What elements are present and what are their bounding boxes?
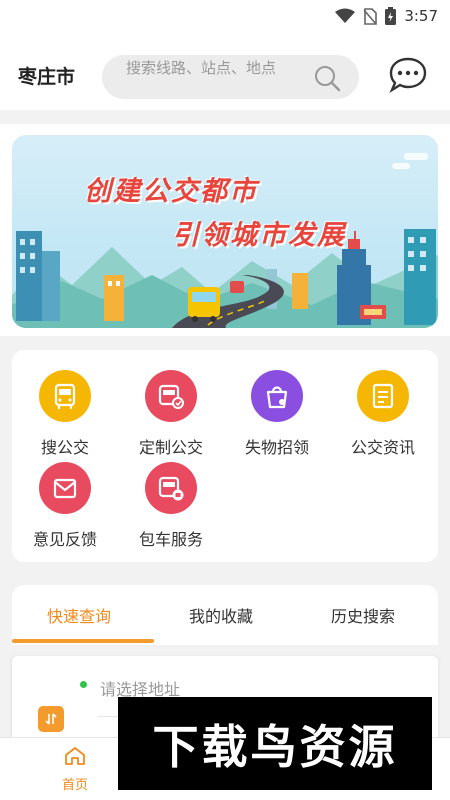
city-selector[interactable]: 枣庄市 bbox=[18, 62, 75, 89]
home-icon bbox=[65, 747, 85, 765]
function-lost-found[interactable]: 失物招领 bbox=[224, 370, 330, 460]
function-feedback[interactable]: 意见反馈 bbox=[12, 462, 118, 552]
status-time: 3:57 bbox=[404, 7, 438, 25]
function-label: 失物招领 bbox=[244, 438, 309, 457]
swap-icon bbox=[45, 713, 57, 725]
watermark-text: 下载鸟资源 bbox=[152, 719, 398, 774]
custom-bus-icon bbox=[145, 370, 197, 422]
function-label: 意见反馈 bbox=[32, 530, 97, 549]
nav-home-label: 首页 bbox=[61, 778, 88, 793]
tab-quick-query[interactable]: 快速查询 bbox=[47, 603, 111, 627]
lost-found-bag-icon bbox=[251, 370, 303, 422]
header-spacer bbox=[0, 110, 450, 124]
function-label: 包车服务 bbox=[138, 530, 203, 549]
function-label: 公交资讯 bbox=[350, 438, 415, 457]
search-input[interactable]: 搜索线路、站点、地点 bbox=[126, 59, 306, 78]
promo-banner[interactable]: 创建公交都市 引领城市发展 bbox=[12, 135, 438, 328]
no-sim-icon bbox=[363, 7, 378, 25]
query-tabs: 快速查询 我的收藏 历史搜索 bbox=[12, 585, 438, 645]
function-search-bus[interactable]: 搜公交 bbox=[12, 370, 118, 460]
function-label: 搜公交 bbox=[40, 438, 89, 457]
bus-search-icon bbox=[39, 370, 91, 422]
function-label: 定制公交 bbox=[138, 438, 203, 457]
tab-favorites[interactable]: 我的收藏 bbox=[189, 603, 253, 627]
app-header: 枣庄市 搜索线路、站点、地点 bbox=[0, 32, 450, 110]
battery-charging-icon bbox=[385, 7, 397, 25]
banner-slogan-1: 创建公交都市 bbox=[84, 176, 258, 207]
news-icon bbox=[357, 370, 409, 422]
banner-section: 创建公交都市 引领城市发展 bbox=[0, 124, 450, 336]
swap-button[interactable] bbox=[38, 706, 64, 732]
function-custom-bus[interactable]: 定制公交 bbox=[118, 370, 224, 460]
message-icon[interactable] bbox=[388, 56, 428, 94]
function-charter[interactable]: 包车服务 bbox=[118, 462, 224, 552]
status-bar: 3:57 bbox=[0, 0, 450, 32]
charter-bus-icon bbox=[145, 462, 197, 514]
wifi-icon bbox=[335, 8, 356, 23]
tab-history[interactable]: 历史搜索 bbox=[331, 603, 395, 627]
nav-home[interactable]: 首页 bbox=[52, 746, 98, 793]
active-tab-indicator bbox=[12, 639, 154, 643]
watermark-overlay: 下载鸟资源 bbox=[118, 697, 432, 790]
search-bar[interactable]: 搜索线路、站点、地点 bbox=[102, 55, 359, 99]
feedback-mail-icon bbox=[39, 462, 91, 514]
start-point-dot bbox=[80, 681, 87, 688]
function-grid: 搜公交 定制公交 失物招领 公交资讯 意见反馈 包车服务 bbox=[12, 350, 438, 562]
function-bus-news[interactable]: 公交资讯 bbox=[330, 370, 436, 460]
search-icon[interactable] bbox=[313, 64, 341, 92]
banner-slogan-2: 引领城市发展 bbox=[172, 220, 346, 251]
